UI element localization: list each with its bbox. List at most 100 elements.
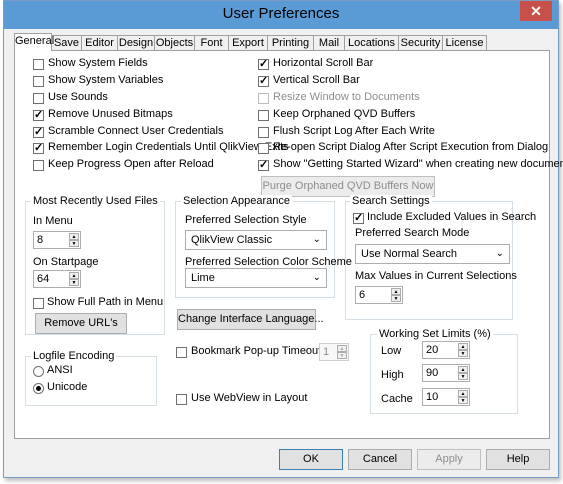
in-menu-label: In Menu xyxy=(33,215,73,227)
tab-license[interactable]: License xyxy=(442,35,487,50)
logfile-encoding-title: Logfile Encoding xyxy=(31,350,117,362)
high-label: High xyxy=(381,369,404,381)
spin-up-icon[interactable]: ▲ xyxy=(458,390,468,397)
tab-mail[interactable]: Mail xyxy=(313,35,345,50)
ansi-radio[interactable] xyxy=(33,366,44,377)
cancel-button[interactable]: Cancel xyxy=(348,449,412,470)
spin-down-icon[interactable]: ▼ xyxy=(458,350,468,357)
dialog-window: User Preferences ✕ General Save Editor D… xyxy=(3,0,563,478)
tab-font[interactable]: Font xyxy=(194,35,229,50)
change-interface-language-button[interactable]: Change Interface Language... xyxy=(177,309,324,330)
chevron-down-icon: ⌄ xyxy=(495,248,504,259)
resize-window-checkbox xyxy=(258,93,269,104)
chevron-down-icon: ⌄ xyxy=(312,234,321,245)
cache-value: 10 xyxy=(426,391,439,403)
spin-down-icon[interactable]: ▼ xyxy=(391,295,401,302)
keep-progress-open-checkbox[interactable] xyxy=(33,160,44,171)
tab-security[interactable]: Security xyxy=(398,35,443,50)
ansi-label: ANSI xyxy=(47,364,73,376)
on-startpage-spinner[interactable]: 64 ▲ ▼ xyxy=(33,270,81,288)
flush-script-log-label: Flush Script Log After Each Write xyxy=(273,125,435,137)
show-system-fields-label: Show System Fields xyxy=(48,57,148,69)
show-system-variables-label: Show System Variables xyxy=(48,74,164,86)
logfile-encoding-group xyxy=(25,356,157,406)
remove-unused-bitmaps-checkbox[interactable] xyxy=(33,108,44,121)
low-spinner[interactable]: 20 ▲ ▼ xyxy=(422,341,470,359)
show-system-fields-checkbox[interactable] xyxy=(33,59,44,70)
vertical-scroll-bar-checkbox[interactable] xyxy=(258,74,269,87)
tab-export[interactable]: Export xyxy=(228,35,268,50)
tab-editor[interactable]: Editor xyxy=(81,35,118,50)
search-mode-dropdown[interactable]: Use Normal Search ⌄ xyxy=(355,244,510,264)
bookmark-timeout-checkbox[interactable] xyxy=(176,347,187,358)
getting-started-wizard-checkbox[interactable] xyxy=(258,158,269,171)
flush-script-log-checkbox[interactable] xyxy=(258,127,269,138)
spin-up-icon[interactable]: ▲ xyxy=(69,233,79,240)
search-mode-value: Use Normal Search xyxy=(361,248,457,260)
horizontal-scroll-bar-checkbox[interactable] xyxy=(258,57,269,70)
use-webview-checkbox[interactable] xyxy=(176,394,187,405)
keep-progress-open-label: Keep Progress Open after Reload xyxy=(48,158,214,170)
tab-locations[interactable]: Locations xyxy=(344,35,399,50)
tab-save[interactable]: Save xyxy=(51,35,82,50)
ok-button[interactable]: OK xyxy=(279,449,343,470)
spin-up-icon: ▲ xyxy=(337,345,347,352)
use-sounds-checkbox[interactable] xyxy=(33,93,44,104)
remember-login-checkbox[interactable] xyxy=(33,141,44,154)
use-webview-label: Use WebView in Layout xyxy=(191,392,308,404)
bookmark-timeout-label: Bookmark Pop-up Timeout (s) xyxy=(191,345,338,357)
tab-design[interactable]: Design xyxy=(117,35,155,50)
on-startpage-value: 64 xyxy=(37,273,50,285)
low-label: Low xyxy=(381,345,402,357)
include-excluded-checkbox[interactable] xyxy=(353,211,364,224)
window-title: User Preferences xyxy=(222,5,340,22)
scramble-credentials-label: Scramble Connect User Credentials xyxy=(48,125,224,137)
spin-up-icon[interactable]: ▲ xyxy=(391,288,401,295)
show-full-path-checkbox[interactable] xyxy=(33,298,44,309)
in-menu-spinner[interactable]: 8 ▲ ▼ xyxy=(33,231,81,249)
selection-color-dropdown[interactable]: Lime ⌄ xyxy=(185,268,327,288)
selection-color-label: Preferred Selection Color Scheme xyxy=(185,256,352,268)
unicode-radio[interactable] xyxy=(33,383,44,394)
reopen-script-dialog-checkbox[interactable] xyxy=(258,143,269,154)
close-button[interactable]: ✕ xyxy=(520,1,552,21)
cache-spinner[interactable]: 10 ▲ ▼ xyxy=(422,388,470,406)
scramble-credentials-checkbox[interactable] xyxy=(33,125,44,138)
max-values-label: Max Values in Current Selections xyxy=(355,270,517,282)
general-panel: Show System Fields Show System Variables… xyxy=(14,50,563,439)
vertical-scroll-bar-label: Vertical Scroll Bar xyxy=(273,74,360,86)
spin-down-icon[interactable]: ▼ xyxy=(458,373,468,380)
apply-button: Apply xyxy=(417,449,481,470)
tab-objects[interactable]: Objects xyxy=(154,35,195,50)
cache-label: Cache xyxy=(381,393,413,405)
remove-urls-button[interactable]: Remove URL's xyxy=(35,313,127,334)
spin-up-icon[interactable]: ▲ xyxy=(458,343,468,350)
purge-qvd-buffers-button: Purge Orphaned QVD Buffers Now xyxy=(261,176,435,197)
on-startpage-label: On Startpage xyxy=(33,256,99,268)
max-values-spinner[interactable]: 6 ▲ ▼ xyxy=(355,286,403,304)
help-button[interactable]: Help xyxy=(486,449,550,470)
keep-orphaned-qvd-label: Keep Orphaned QVD Buffers xyxy=(273,108,416,120)
tab-general[interactable]: General xyxy=(14,33,54,51)
remember-login-label: Remember Login Credentials Until QlikVie… xyxy=(48,141,289,153)
show-system-variables-checkbox[interactable] xyxy=(33,76,44,87)
spin-up-icon[interactable]: ▲ xyxy=(458,366,468,373)
spin-up-icon[interactable]: ▲ xyxy=(69,272,79,279)
bookmark-timeout-value: 1 xyxy=(323,346,330,358)
spin-down-icon[interactable]: ▼ xyxy=(69,279,79,286)
in-menu-value: 8 xyxy=(37,234,44,246)
high-spinner[interactable]: 90 ▲ ▼ xyxy=(422,364,470,382)
bookmark-timeout-spinner: 1 ▲ ▼ xyxy=(319,343,349,361)
search-mode-label: Preferred Search Mode xyxy=(355,227,470,239)
remove-unused-bitmaps-label: Remove Unused Bitmaps xyxy=(48,108,173,120)
spin-down-icon[interactable]: ▼ xyxy=(458,397,468,404)
high-value: 90 xyxy=(426,367,439,379)
tab-printing[interactable]: Printing xyxy=(267,35,314,50)
use-sounds-label: Use Sounds xyxy=(48,91,108,103)
keep-orphaned-qvd-checkbox[interactable] xyxy=(258,110,269,121)
search-settings-title: Search Settings xyxy=(350,195,432,207)
include-excluded-label: Include Excluded Values in Search xyxy=(367,211,537,223)
spin-down-icon[interactable]: ▼ xyxy=(69,240,79,247)
selection-style-dropdown[interactable]: QlikView Classic ⌄ xyxy=(185,230,327,250)
max-values-value: 6 xyxy=(359,289,366,301)
